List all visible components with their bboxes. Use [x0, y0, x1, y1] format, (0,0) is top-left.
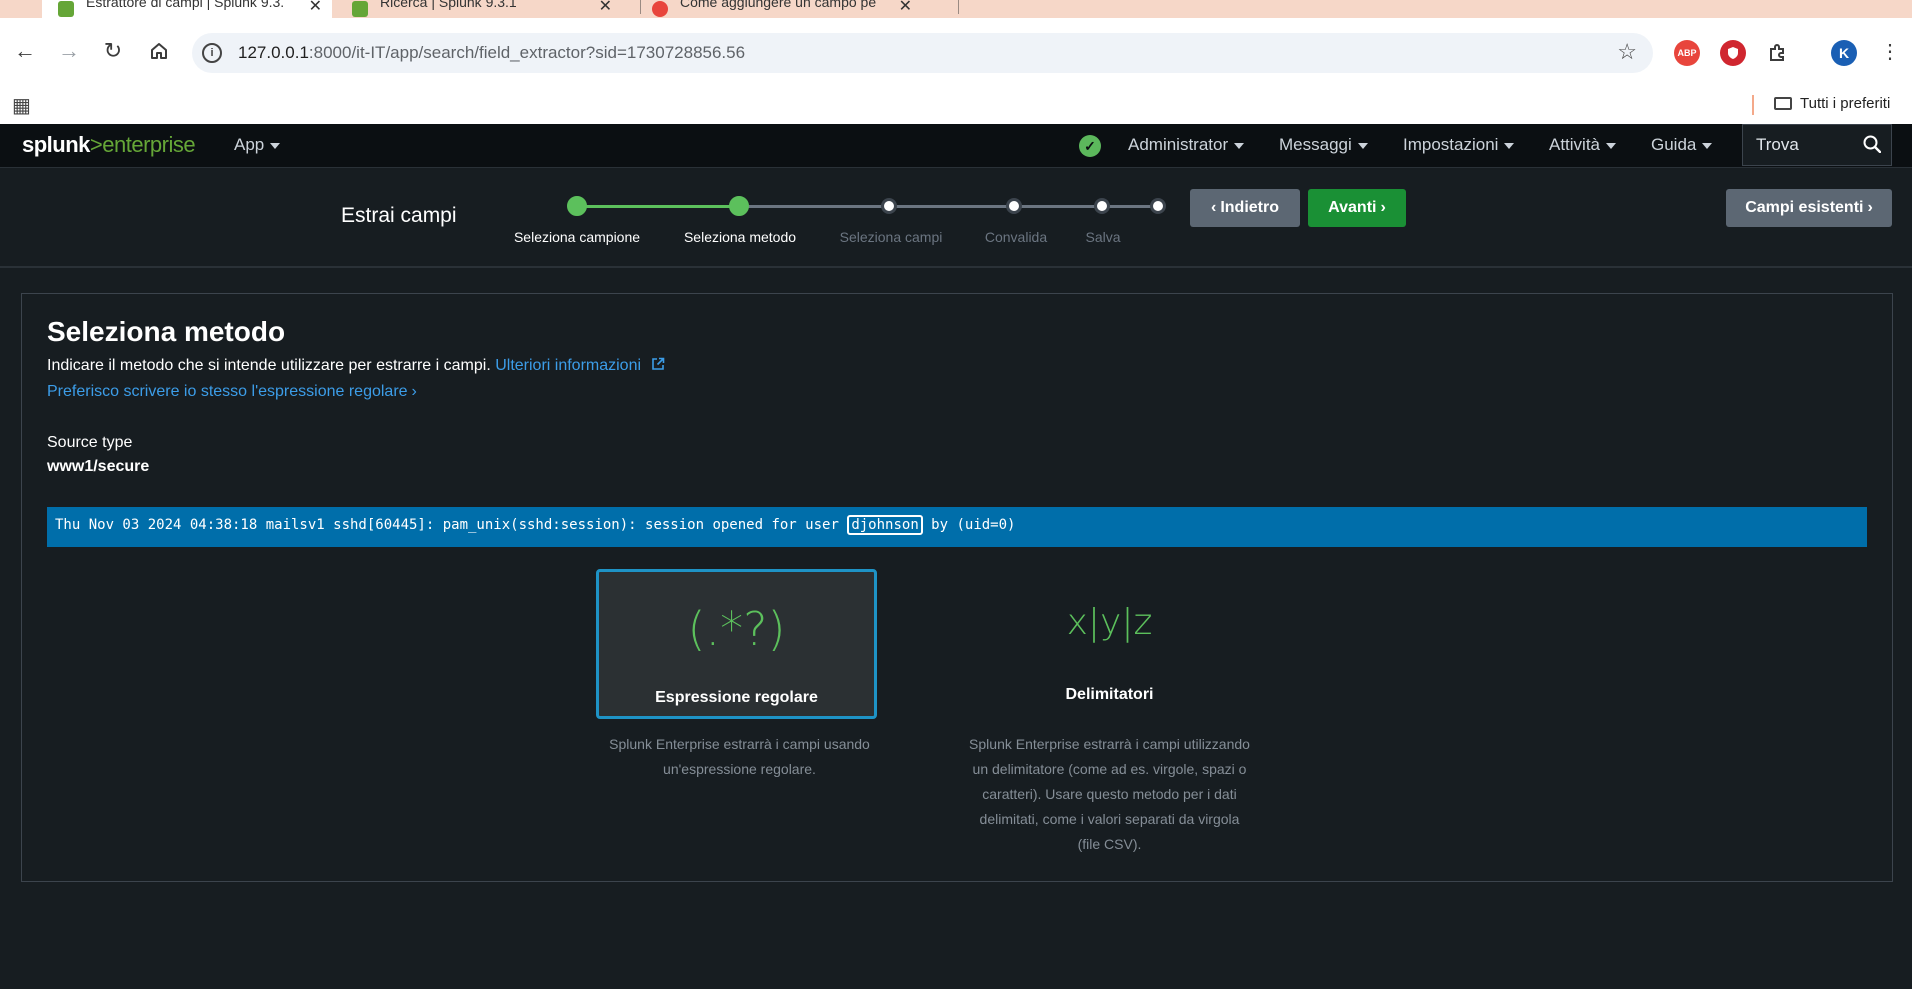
home-icon[interactable]: [143, 35, 175, 67]
folder-icon: [1774, 97, 1792, 110]
back-button[interactable]: ‹ Indietro: [1190, 189, 1300, 227]
caret-down-icon: [1357, 142, 1368, 149]
app-menu[interactable]: App: [234, 135, 281, 155]
splunk-favicon-icon: [352, 1, 368, 17]
reload-icon[interactable]: ↻: [97, 35, 129, 67]
step-node-todo: [1006, 198, 1022, 214]
method-card-delimiters[interactable]: x|y|z Delimitatori: [969, 569, 1250, 719]
step-node-end: [1150, 198, 1166, 214]
step-label-select-fields: Seleziona campi: [839, 229, 943, 245]
forward-arrow-icon[interactable]: →: [53, 35, 85, 67]
chevron-right-icon: ›: [411, 383, 417, 400]
bookmarks-bar: ▦ Tutti i preferiti: [0, 86, 1912, 124]
caret-down-icon: [1702, 142, 1713, 149]
extensions-puzzle-icon[interactable]: [1764, 40, 1790, 66]
step-node-todo: [1094, 198, 1110, 214]
sample-event: Thu Nov 03 2024 04:38:18 mailsv1 sshd[60…: [47, 507, 1867, 547]
search-icon[interactable]: [1863, 135, 1881, 153]
splunk-header: splunk>enterprise App ✓ Administrator Me…: [0, 124, 1912, 168]
method-description-delimiters: Splunk Enterprise estrarrà i campi utili…: [969, 736, 1250, 852]
step-label-validate: Convalida: [984, 229, 1048, 245]
step-label-select-method: Seleziona metodo: [683, 229, 797, 245]
close-tab-icon[interactable]: ✕: [899, 0, 912, 16]
adblock-plus-icon[interactable]: ABP: [1674, 40, 1700, 66]
bookmarks-separator: [1752, 95, 1754, 115]
settings-menu[interactable]: Impostazioni: [1403, 135, 1515, 155]
wizard-bar: Estrai campi Seleziona campione Selezion…: [0, 168, 1912, 268]
method-name: Delimitatori: [1065, 686, 1154, 703]
profile-avatar[interactable]: K: [1831, 40, 1857, 66]
next-button[interactable]: Avanti ›: [1308, 189, 1406, 227]
firefox-favicon-icon: [652, 1, 668, 17]
tab-separator: [640, 0, 641, 14]
page-title: Seleziona metodo: [47, 316, 286, 347]
splunk-logo[interactable]: splunk>enterprise: [22, 132, 196, 158]
activity-menu[interactable]: Attività: [1549, 135, 1617, 155]
chevron-right-icon: ›: [1867, 199, 1873, 216]
method-name: Espressione regolare: [655, 689, 818, 706]
messages-menu[interactable]: Messaggi: [1279, 135, 1368, 155]
delimiter-symbol-icon: x|y|z: [1066, 602, 1153, 643]
step-label-save: Salva: [1085, 229, 1121, 245]
write-regex-myself-link[interactable]: Preferisco scrivere io stesso l'espressi…: [47, 383, 417, 401]
step-node-current: [729, 196, 749, 216]
step-node-todo: [881, 198, 897, 214]
close-tab-icon[interactable]: ✕: [309, 0, 322, 16]
browser-tab-strip: Estrattore di campi | Splunk 9.3. ✕ Rice…: [0, 0, 1912, 18]
existing-fields-button[interactable]: Campi esistenti ›: [1726, 189, 1892, 227]
regex-symbol-icon: (.*?): [687, 602, 786, 656]
chevron-left-icon: ‹: [1211, 199, 1217, 216]
splunk-favicon-icon: [58, 1, 74, 17]
ublock-icon[interactable]: [1720, 40, 1746, 66]
help-menu[interactable]: Guida: [1651, 135, 1713, 155]
site-info-icon[interactable]: i: [202, 43, 222, 63]
apps-grid-icon[interactable]: ▦: [12, 93, 31, 118]
method-card-regex[interactable]: (.*?) Espressione regolare: [596, 569, 877, 719]
caret-down-icon: [1234, 142, 1245, 149]
highlighted-field-value: djohnson: [847, 515, 923, 535]
url-text[interactable]: 127.0.0.1:8000/it-IT/app/search/field_ex…: [238, 43, 745, 63]
caret-down-icon: [1504, 142, 1515, 149]
all-bookmarks-button[interactable]: Tutti i preferiti: [1774, 95, 1890, 112]
browser-toolbar: ← → ↻ i 127.0.0.1:8000/it-IT/app/search/…: [0, 18, 1912, 86]
caret-down-icon: [270, 142, 281, 149]
browser-menu-icon[interactable]: ⋮: [1874, 35, 1906, 67]
method-description-regex: Splunk Enterprise estrarrà i campi usand…: [609, 736, 870, 777]
external-link-icon: [652, 357, 665, 370]
chevron-right-icon: ›: [1380, 199, 1386, 216]
browser-tab-field-extractor[interactable]: Estrattore di campi | Splunk 9.3. ✕: [42, 0, 332, 18]
source-type-value: www1/secure: [47, 458, 150, 475]
browser-tab-search[interactable]: Ricerca | Splunk 9.3.1 ✕: [352, 0, 622, 18]
step-node-done: [567, 196, 587, 216]
back-arrow-icon[interactable]: ←: [9, 35, 41, 67]
close-tab-icon[interactable]: ✕: [599, 0, 612, 16]
find-search-box[interactable]: Trova: [1742, 124, 1892, 166]
wizard-title: Estrai campi: [341, 204, 457, 227]
administrator-menu[interactable]: Administrator: [1128, 135, 1245, 155]
caret-down-icon: [1606, 142, 1617, 149]
select-method-panel: Seleziona metodo Indicare il metodo che …: [21, 293, 1893, 882]
more-info-link[interactable]: Ulteriori informazioni: [495, 357, 665, 374]
health-ok-check-icon[interactable]: ✓: [1079, 135, 1101, 157]
browser-tab-help-article[interactable]: Come aggiungere un campo pe ✕: [652, 0, 922, 18]
address-bar[interactable]: i 127.0.0.1:8000/it-IT/app/search/field_…: [192, 33, 1653, 73]
bookmark-star-icon[interactable]: ☆: [1617, 39, 1637, 65]
progress-track-complete: [577, 205, 739, 208]
step-label-select-sample: Seleziona campione: [513, 229, 641, 245]
source-type-label: Source type: [47, 434, 133, 451]
tab-separator: [958, 0, 959, 14]
method-description: Indicare il metodo che si intende utiliz…: [47, 357, 665, 375]
